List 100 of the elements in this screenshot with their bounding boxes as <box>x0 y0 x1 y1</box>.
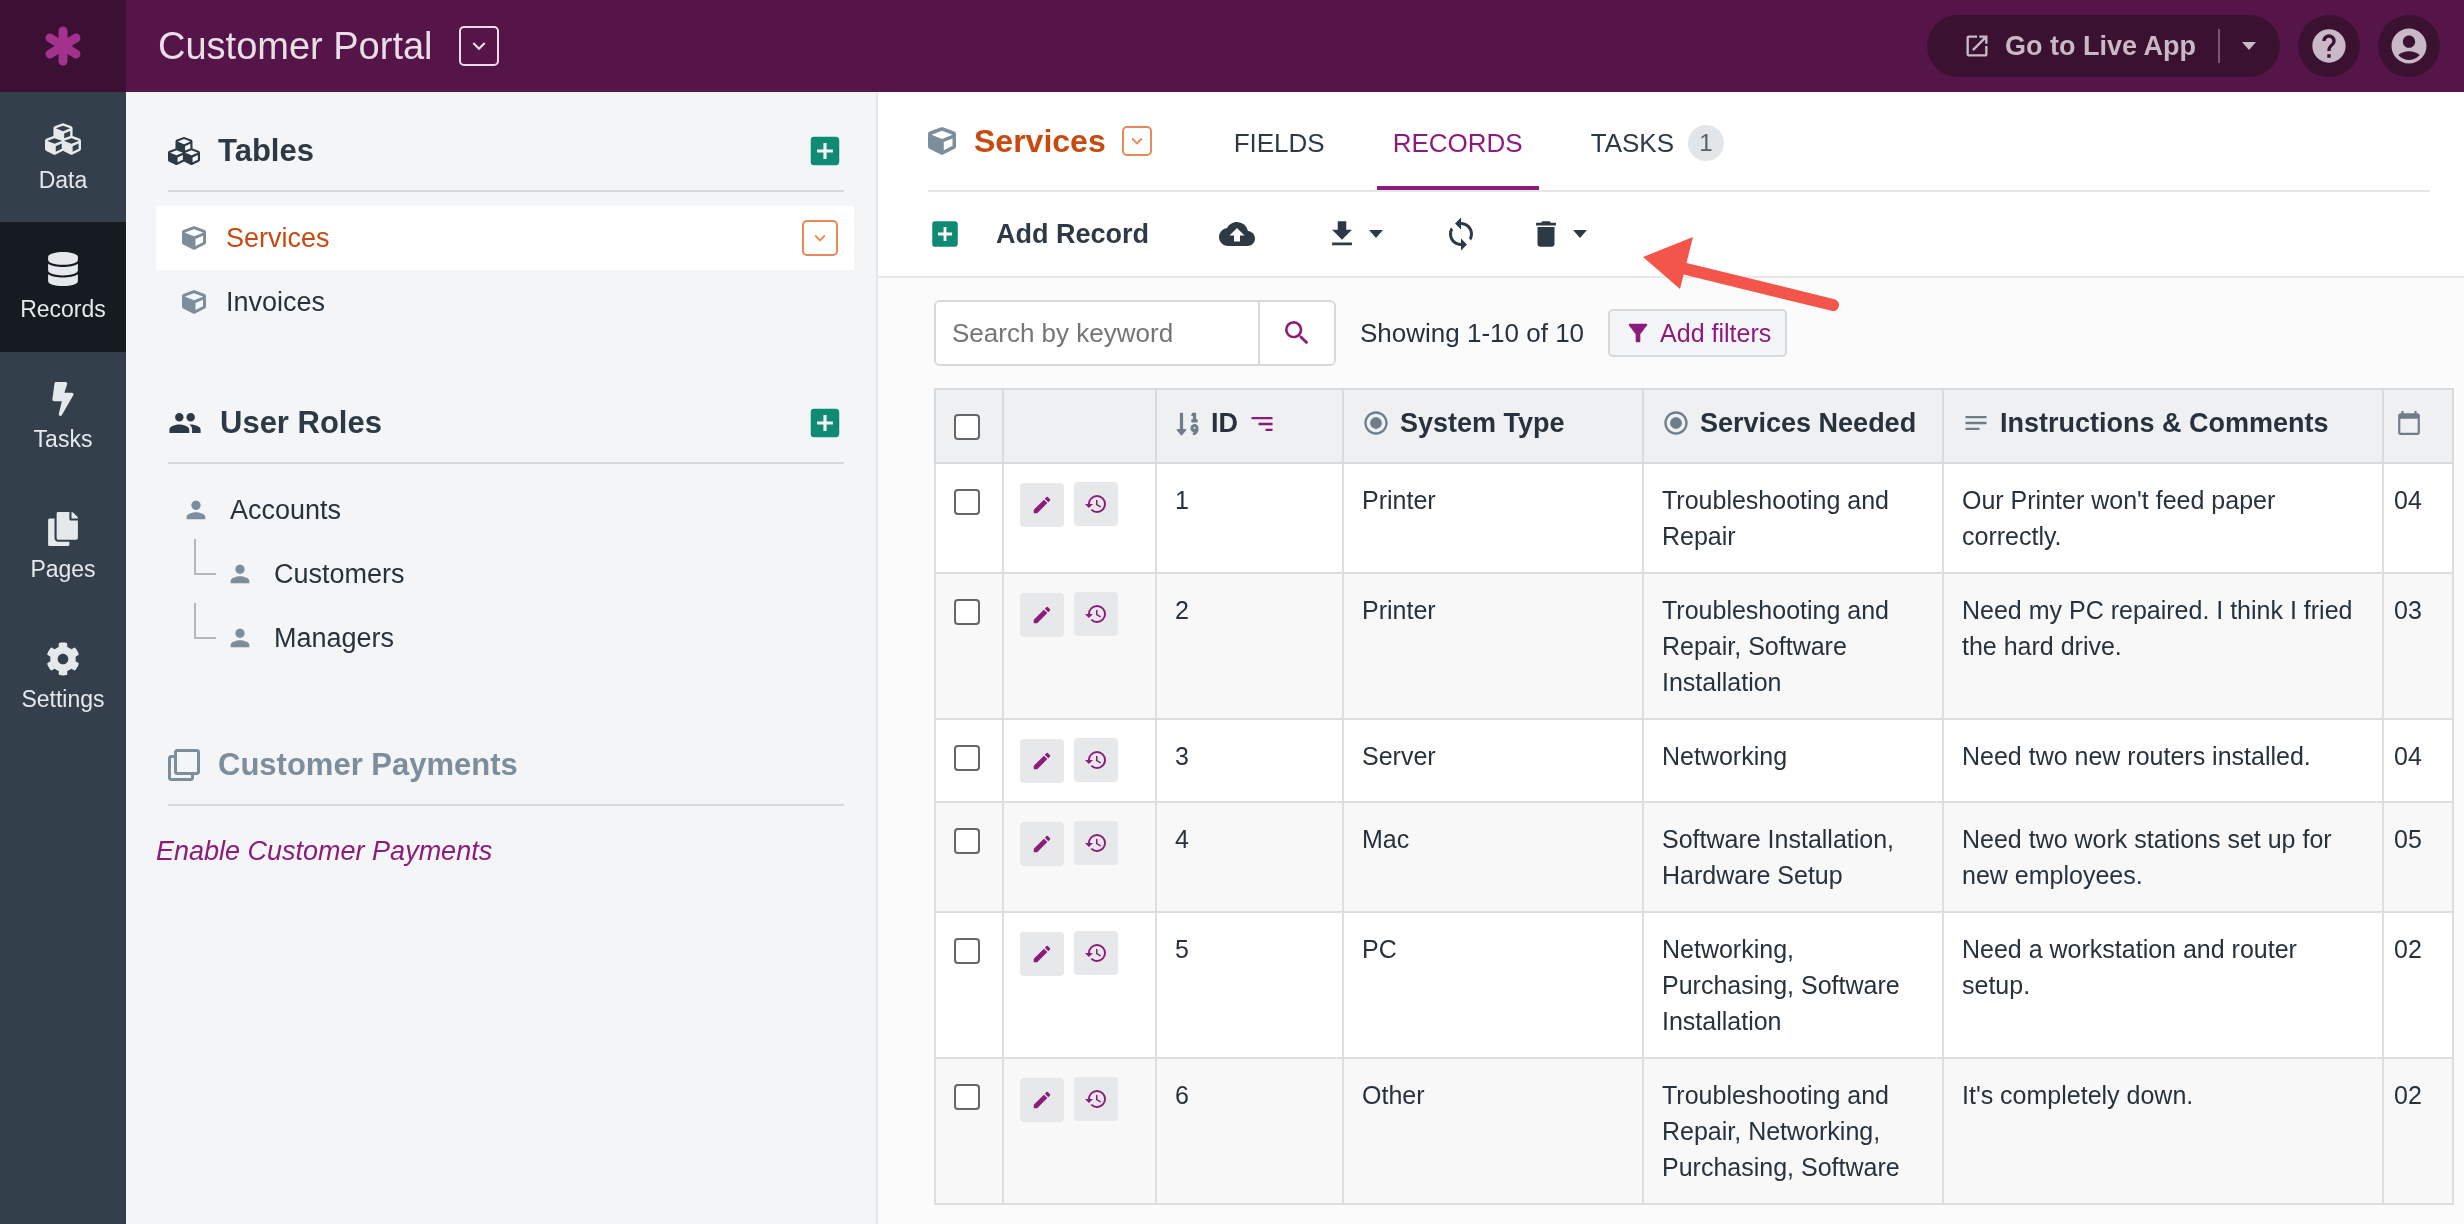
section-title: Tables <box>218 133 314 169</box>
add-filters-button[interactable]: Add filters <box>1608 309 1788 357</box>
table-cell: Need two new routers installed. <box>1962 742 2311 770</box>
history-button[interactable] <box>1074 1077 1118 1121</box>
pages-icon <box>46 511 80 546</box>
table-cell: Software Installation, Hardware Setup <box>1662 825 1895 889</box>
table-cell: Server <box>1362 742 1436 770</box>
table-cell: 02 <box>2394 1081 2422 1109</box>
sort-numeric-icon <box>1175 410 1201 437</box>
enable-payments-link[interactable]: Enable Customer Payments <box>156 836 854 867</box>
add-record-button[interactable]: Add Record <box>928 217 1149 251</box>
caret-icon <box>2242 42 2256 50</box>
caret-icon <box>1369 230 1383 238</box>
sidebar-item[interactable]: Invoices <box>156 270 854 334</box>
checkbox[interactable] <box>954 1084 980 1111</box>
checkbox[interactable] <box>954 828 980 855</box>
tab[interactable]: FIELDS <box>1217 92 1341 190</box>
column-header[interactable]: ID <box>1211 408 1238 440</box>
nav-item[interactable]: Settings <box>0 612 126 742</box>
sidebar-item[interactable]: Managers <box>156 606 854 670</box>
nav-item[interactable]: Pages <box>0 482 126 612</box>
search-button[interactable] <box>1258 302 1334 364</box>
table-cell: It's completely down. <box>1962 1081 2194 1109</box>
history-icon <box>1084 1087 1108 1111</box>
settings-icon <box>46 641 80 676</box>
cube-icon <box>182 226 206 250</box>
table-cell: 03 <box>2394 596 2422 624</box>
table-cell: 04 <box>2394 742 2422 770</box>
table-cell: Need two work stations set up for new employees. <box>1962 825 2332 889</box>
checkbox[interactable] <box>954 745 980 772</box>
history-icon <box>1084 748 1108 772</box>
nav-item[interactable]: Data <box>0 92 126 222</box>
history-icon <box>1084 941 1108 965</box>
history-button[interactable] <box>1074 821 1118 865</box>
checkbox[interactable] <box>954 414 980 441</box>
history-button[interactable] <box>1074 738 1118 782</box>
table-cell: Troubleshooting and Repair <box>1662 486 1889 550</box>
edit-button[interactable] <box>1020 1078 1064 1122</box>
history-icon <box>1084 602 1108 626</box>
checkbox[interactable] <box>954 938 980 965</box>
table-cell: Mac <box>1362 825 1410 853</box>
record-count: Showing 1-10 of 10 <box>1360 317 1585 349</box>
section-title: User Roles <box>220 405 382 441</box>
edit-button[interactable] <box>1020 822 1064 866</box>
count-badge: 1 <box>1688 125 1725 161</box>
pencil-icon <box>1031 833 1053 855</box>
radio-icon <box>1362 409 1390 438</box>
table-cell: 1 <box>1175 486 1189 514</box>
history-icon <box>1084 831 1108 855</box>
table-cell: 5 <box>1175 935 1189 963</box>
pencil-icon <box>1031 494 1053 516</box>
history-button[interactable] <box>1074 482 1118 526</box>
table-cell: 4 <box>1175 825 1189 853</box>
tab[interactable]: TASKS 1 <box>1574 92 1741 190</box>
edit-button[interactable] <box>1020 932 1064 976</box>
database-icon <box>46 251 80 286</box>
search-field[interactable]: Search by keyword <box>934 300 1336 366</box>
sidebar-item[interactable]: Customers <box>156 542 854 606</box>
app-title: Customer Portal <box>158 24 433 68</box>
table-cell: 02 <box>2394 935 2422 963</box>
checkbox[interactable] <box>954 599 980 626</box>
history-button[interactable] <box>1074 592 1118 636</box>
nav-item[interactable]: Records <box>0 222 126 352</box>
live-app-button[interactable]: Go to Live App <box>1927 15 2280 77</box>
help-icon <box>2309 26 2349 66</box>
table-cell: Networking, Purchasing, Software Installation <box>1662 935 1900 1035</box>
edit-button[interactable] <box>1020 739 1064 783</box>
asterisk-logo <box>43 26 83 66</box>
sidebar-item[interactable]: Services <box>156 206 854 270</box>
cube-icon <box>928 127 956 155</box>
edit-button[interactable] <box>1020 593 1064 637</box>
table-cell: 04 <box>2394 486 2422 514</box>
caret-icon <box>1573 230 1587 238</box>
cubes-icon <box>45 120 81 157</box>
table-cell: 6 <box>1175 1081 1189 1109</box>
table-cell: Printer <box>1362 486 1436 514</box>
history-icon <box>1084 492 1108 516</box>
pencil-icon <box>1031 604 1053 626</box>
calendar-icon <box>2396 409 2422 436</box>
table-cell: 3 <box>1175 742 1189 770</box>
cube-icon <box>182 290 206 314</box>
pencil-icon <box>1031 1089 1053 1111</box>
table-cell: 05 <box>2394 825 2422 853</box>
cards-icon <box>168 749 200 781</box>
pencil-icon <box>1031 750 1053 772</box>
nav-item[interactable]: Tasks <box>0 352 126 482</box>
table-title: Services <box>974 122 1106 160</box>
table-cell: Need my PC repaired. I think I fried the hard drive. <box>1962 596 2353 660</box>
cubes-icon <box>168 135 200 167</box>
table-cell: 2 <box>1175 596 1189 624</box>
checkbox[interactable] <box>954 489 980 516</box>
sidebar-item[interactable]: Accounts <box>156 478 854 542</box>
radio-icon <box>1662 409 1690 438</box>
table-cell: Our Printer won't feed paper correctly. <box>1962 486 2276 550</box>
table-cell: Networking <box>1662 742 1788 770</box>
tab[interactable]: RECORDS <box>1376 92 1539 190</box>
history-button[interactable] <box>1074 931 1118 975</box>
pencil-icon <box>1031 943 1053 965</box>
edit-button[interactable] <box>1020 483 1064 527</box>
table-cell: Troubleshooting and Repair, Networking, Purchasing, Software <box>1662 1081 1900 1181</box>
